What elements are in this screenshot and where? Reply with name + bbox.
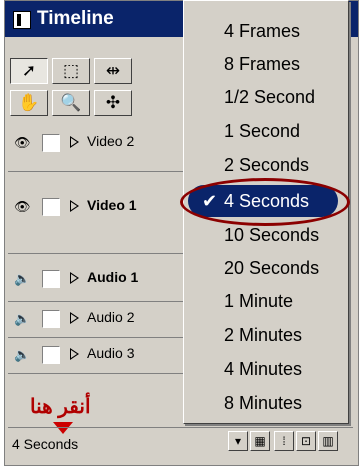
link-tool-button[interactable]: ✣ [94,90,132,116]
menu-item-1-second[interactable]: 1 Second [184,115,348,147]
menu-item-label: 1/2 Second [224,87,316,107]
expand-arrow-icon[interactable] [70,348,79,360]
eye-icon[interactable]: 👁 [14,200,36,214]
speaker-icon[interactable]: 🔈 [14,312,36,326]
track-label: Audio 1 [87,269,139,285]
link-icon: ✣ [105,93,121,112]
track-select-icon: ⇹ [105,61,121,80]
track-label: Audio 3 [87,345,135,361]
menu-item-1-minute[interactable]: 1 Minute [184,285,348,317]
expand-arrow-icon[interactable] [70,200,79,212]
lock-checkbox[interactable] [42,198,60,216]
hand-tool-button[interactable]: ✋ [10,90,48,116]
menu-item-4-frames[interactable]: 4 Frames [184,15,348,47]
lock-checkbox[interactable] [42,270,60,288]
menu-item-half-second[interactable]: 1/2 Second [184,81,348,113]
lock-checkbox[interactable] [42,346,60,364]
time-unit-dropdown-button[interactable]: ▾ [228,431,248,451]
menu-item-label: 2 Seconds [224,155,310,175]
lock-checkbox[interactable] [42,134,60,152]
track-label: Video 1 [87,197,137,213]
edge-view-icon[interactable]: ⊡ [296,431,316,451]
zoom-tool-button[interactable]: 🔍 [52,90,90,116]
eye-icon[interactable]: 👁 [14,136,36,150]
menu-item-label: 20 Seconds [224,258,320,278]
menu-item-2-seconds[interactable]: 2 Seconds [184,149,348,181]
marquee-icon: ⬚ [62,61,80,80]
track-label: Audio 2 [87,309,135,325]
menu-item-label: 4 Frames [224,21,301,41]
menu-item-2-minutes[interactable]: 2 Minutes [184,319,348,351]
expand-arrow-icon[interactable] [70,272,79,284]
track-video-1[interactable]: 👁 Video 1 [8,192,183,254]
annotation-text: أنقر هنا [30,396,91,418]
toolbox: ➚ ⬚ ⇹ ✋ 🔍 ✣ [10,58,182,120]
arrow-icon: ➚ [21,61,37,80]
filmstrip-icon[interactable]: ▥ [318,431,338,451]
menu-item-4-minutes[interactable]: 4 Minutes [184,353,348,385]
time-unit-label[interactable]: 4 Seconds [12,436,78,452]
menu-item-20-seconds[interactable]: 20 Seconds [184,252,348,284]
menu-item-label: 2 Minutes [224,325,303,345]
track-label: Video 2 [87,133,135,149]
timeline-window-icon [13,11,31,29]
track-audio-1[interactable]: 🔈 Audio 1 [8,264,183,302]
window-title: Timeline [37,8,114,29]
menu-item-label: 1 Second [224,121,301,141]
menu-item-8-frames[interactable]: 8 Frames [184,48,348,80]
menu-item-label: 1 Minute [224,291,294,311]
zoom-icon: 🔍 [60,93,82,112]
speaker-icon[interactable]: 🔈 [14,272,36,286]
speaker-icon[interactable]: 🔈 [14,348,36,362]
menu-item-label: 8 Minutes [224,393,303,413]
menu-item-label: 4 Minutes [224,359,303,379]
track-format-icon[interactable]: ▦ [250,431,270,451]
selection-tool-button[interactable]: ➚ [10,58,48,84]
menu-item-8-minutes[interactable]: 8 Minutes [184,387,348,419]
highlight-ring [180,178,350,226]
toggle-snap-icon[interactable]: ⁞ [274,431,294,451]
marquee-tool-button[interactable]: ⬚ [52,58,90,84]
track-audio-2[interactable]: 🔈 Audio 2 [8,304,183,338]
track-audio-3[interactable]: 🔈 Audio 3 [8,340,183,374]
track-select-tool-button[interactable]: ⇹ [94,58,132,84]
lock-checkbox[interactable] [42,310,60,328]
expand-arrow-icon[interactable] [70,136,79,148]
expand-arrow-icon[interactable] [70,312,79,324]
menu-item-label: 8 Frames [224,54,301,74]
hand-icon: ✋ [18,93,40,112]
track-video-2[interactable]: 👁 Video 2 [8,128,183,172]
